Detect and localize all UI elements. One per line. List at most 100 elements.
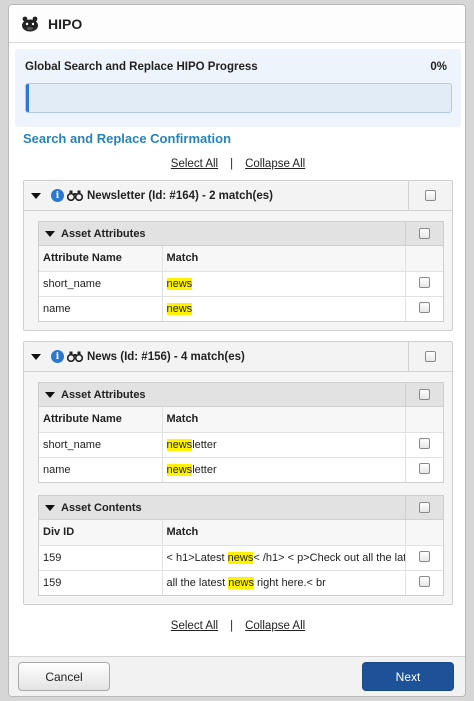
- progress-section: Global Search and Replace HIPO Progress …: [15, 49, 461, 127]
- link-separator: |: [230, 158, 234, 170]
- dialog-footer: Cancel Next: [9, 656, 465, 696]
- panel-header[interactable]: Asset Contents: [39, 496, 443, 520]
- panel-checkbox[interactable]: [419, 502, 430, 513]
- table-header-row: Attribute Name Match: [39, 407, 443, 433]
- match-text: news: [162, 296, 405, 321]
- asset-title: News (Id: #156) - 4 match(es): [87, 350, 245, 363]
- collapse-triangle-icon[interactable]: [31, 192, 41, 199]
- match-text: newsletter: [162, 432, 405, 458]
- select-all-link[interactable]: Select All: [171, 158, 218, 170]
- match-text: news: [162, 271, 405, 297]
- collapse-all-link[interactable]: Collapse All: [245, 620, 305, 632]
- match-highlight: news: [166, 302, 193, 315]
- row-checkbox-cell: [404, 296, 443, 321]
- asset-body: Asset Attributes Attribute Name Match sh…: [24, 372, 452, 604]
- table-row: 159 < h1>Latest news< /h1> < p>Check out…: [39, 545, 443, 571]
- binoculars-icon[interactable]: [67, 351, 83, 362]
- table-row: short_name news: [39, 271, 443, 297]
- panel-header[interactable]: Asset Attributes: [39, 383, 443, 407]
- table-row: name newsletter: [39, 457, 443, 482]
- row-checkbox[interactable]: [418, 276, 430, 288]
- row-checkbox-cell: [404, 570, 443, 595]
- table-row: name news: [39, 296, 443, 321]
- panel-header[interactable]: Asset Attributes: [39, 222, 443, 246]
- match-highlight: news: [228, 576, 254, 589]
- attribute-name: short_name: [39, 271, 163, 297]
- title-bar: HIPO: [9, 5, 465, 43]
- progress-label: Global Search and Replace HIPO Progress: [25, 61, 258, 73]
- asset-attributes-panel: Asset Attributes Attribute Name Match sh…: [38, 221, 444, 322]
- match-table: Attribute Name Match short_name newslett…: [39, 407, 443, 482]
- panel-checkbox-cell: [405, 383, 443, 406]
- asset-checkbox-cell: [408, 342, 452, 371]
- panel-title: Asset Contents: [61, 501, 142, 514]
- progress-fill: [26, 84, 29, 112]
- row-checkbox[interactable]: [418, 437, 430, 449]
- row-checkbox[interactable]: [418, 575, 430, 587]
- row-checkbox-cell: [404, 271, 443, 297]
- row-checkbox[interactable]: [418, 462, 430, 474]
- match-highlight: news: [166, 438, 193, 451]
- progress-percent: 0%: [430, 61, 447, 73]
- asset-checkbox[interactable]: [425, 351, 436, 362]
- row-checkbox-cell: [404, 457, 443, 482]
- row-checkbox[interactable]: [418, 301, 430, 313]
- collapse-triangle-icon[interactable]: [31, 353, 41, 360]
- column-header: Match: [162, 246, 405, 272]
- column-header: Div ID: [39, 520, 163, 546]
- panel-title: Asset Attributes: [61, 388, 146, 401]
- select-controls-bottom: Select All | Collapse All: [9, 620, 465, 632]
- column-header-checkbox: [404, 246, 443, 272]
- panel-checkbox[interactable]: [419, 228, 430, 239]
- asset-header[interactable]: i News (Id: #156) - 4 match(es): [24, 342, 452, 372]
- panel-title: Asset Attributes: [61, 227, 146, 240]
- select-all-link[interactable]: Select All: [171, 620, 218, 632]
- asset-news-156: i News (Id: #156) - 4 match(es) Asset At…: [23, 341, 453, 605]
- column-header: Match: [162, 407, 405, 433]
- asset-body: Asset Attributes Attribute Name Match sh…: [24, 211, 452, 330]
- info-icon[interactable]: i: [51, 350, 64, 363]
- div-id: 159: [39, 570, 163, 595]
- panel-checkbox[interactable]: [419, 389, 430, 400]
- table-header-row: Div ID Match: [39, 520, 443, 546]
- match-highlight: news: [166, 463, 193, 476]
- asset-contents-panel: Asset Contents Div ID Match 159 < h1>Lat…: [38, 495, 444, 596]
- row-checkbox-cell: [404, 545, 443, 571]
- asset-header[interactable]: i Newsletter (Id: #164) - 2 match(es): [24, 181, 452, 211]
- attribute-name: name: [39, 296, 163, 321]
- cancel-button[interactable]: Cancel: [18, 662, 110, 691]
- link-separator: |: [230, 620, 234, 632]
- match-text: all the latest news right here.< br: [166, 576, 326, 589]
- collapse-triangle-icon[interactable]: [45, 230, 55, 237]
- attribute-name: name: [39, 457, 163, 482]
- binoculars-icon[interactable]: [67, 190, 83, 201]
- asset-newsletter-164: i Newsletter (Id: #164) - 2 match(es) As…: [23, 180, 453, 331]
- asset-checkbox[interactable]: [425, 190, 436, 201]
- select-controls-top: Select All | Collapse All: [9, 158, 465, 170]
- attribute-name: short_name: [39, 432, 163, 458]
- hipo-logo-icon: [21, 15, 39, 33]
- table-header-row: Attribute Name Match: [39, 246, 443, 272]
- match-text: < h1>Latest news< /h1> < p>Check out all…: [162, 545, 405, 571]
- table-row: 159 all the latest news right here.< br: [39, 570, 443, 595]
- confirmation-title: Search and Replace Confirmation: [23, 131, 232, 146]
- window-title: HIPO: [48, 15, 83, 32]
- panel-checkbox-cell: [405, 222, 443, 245]
- column-header: Match: [162, 520, 405, 546]
- asset-title: Newsletter (Id: #164) - 2 match(es): [87, 189, 273, 202]
- column-header-checkbox: [404, 407, 443, 433]
- column-header: Attribute Name: [39, 407, 163, 433]
- match-table: Div ID Match 159 < h1>Latest news< /h1> …: [39, 520, 443, 595]
- match-highlight: news: [227, 551, 254, 564]
- info-icon[interactable]: i: [51, 189, 64, 202]
- column-header: Attribute Name: [39, 246, 163, 272]
- progress-bar: [25, 83, 452, 113]
- collapse-triangle-icon[interactable]: [45, 504, 55, 511]
- collapse-all-link[interactable]: Collapse All: [245, 158, 305, 170]
- row-checkbox-cell: [404, 432, 443, 458]
- row-checkbox[interactable]: [418, 550, 430, 562]
- next-button[interactable]: Next: [362, 662, 454, 691]
- match-table: Attribute Name Match short_name news nam…: [39, 246, 443, 321]
- collapse-triangle-icon[interactable]: [45, 391, 55, 398]
- table-row: short_name newsletter: [39, 432, 443, 458]
